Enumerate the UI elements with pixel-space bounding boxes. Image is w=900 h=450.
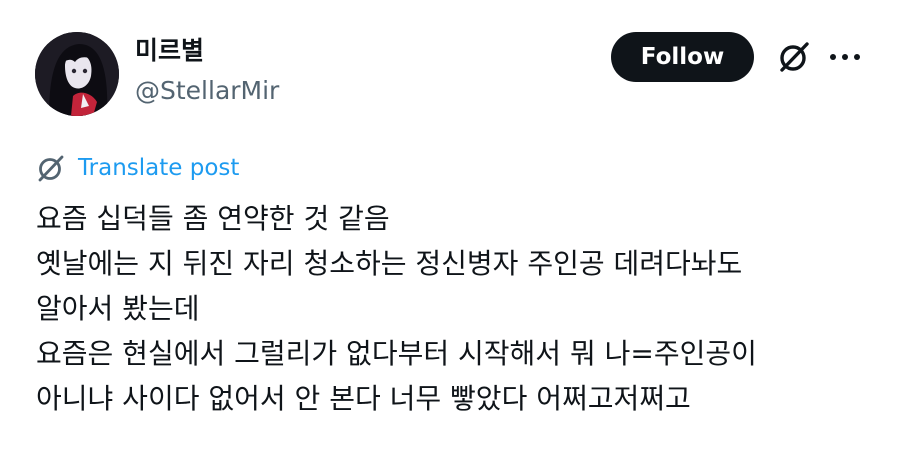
post-text: 요즘 십덕들 좀 연약한 것 같음 옛날에는 지 뒤진 자리 청소하는 정신병자… (36, 196, 886, 421)
translate-icon (36, 153, 66, 183)
post-text-line: 알아서 봤는데 (36, 292, 200, 325)
avatar-image (35, 32, 119, 116)
post-header: 미르별 @StellarMir Follow (35, 32, 865, 116)
avatar[interactable] (35, 32, 119, 116)
post-text-line: 요즘 십덕들 좀 연약한 것 같음 (36, 202, 390, 235)
post-text-line: 요즘은 현실에서 그럴리가 없다부터 시작해서 뭐 나=주인공이 (36, 337, 757, 370)
post-text-line: 아니냐 사이다 없어서 안 본다 너무 빻았다 어쩌고저쩌고 (36, 382, 691, 415)
grok-icon[interactable] (777, 40, 811, 74)
follow-button[interactable]: Follow (611, 32, 754, 82)
translate-post-link[interactable]: Translate post (36, 152, 239, 184)
more-icon[interactable] (828, 42, 862, 72)
translate-post-label[interactable]: Translate post (78, 155, 239, 181)
display-name[interactable]: 미르별 (135, 36, 279, 66)
post-text-line: 옛날에는 지 뒤진 자리 청소하는 정신병자 주인공 데려다놔도 (36, 247, 743, 280)
user-handle[interactable]: @StellarMir (135, 76, 279, 106)
author-names: 미르별 @StellarMir (135, 36, 279, 106)
